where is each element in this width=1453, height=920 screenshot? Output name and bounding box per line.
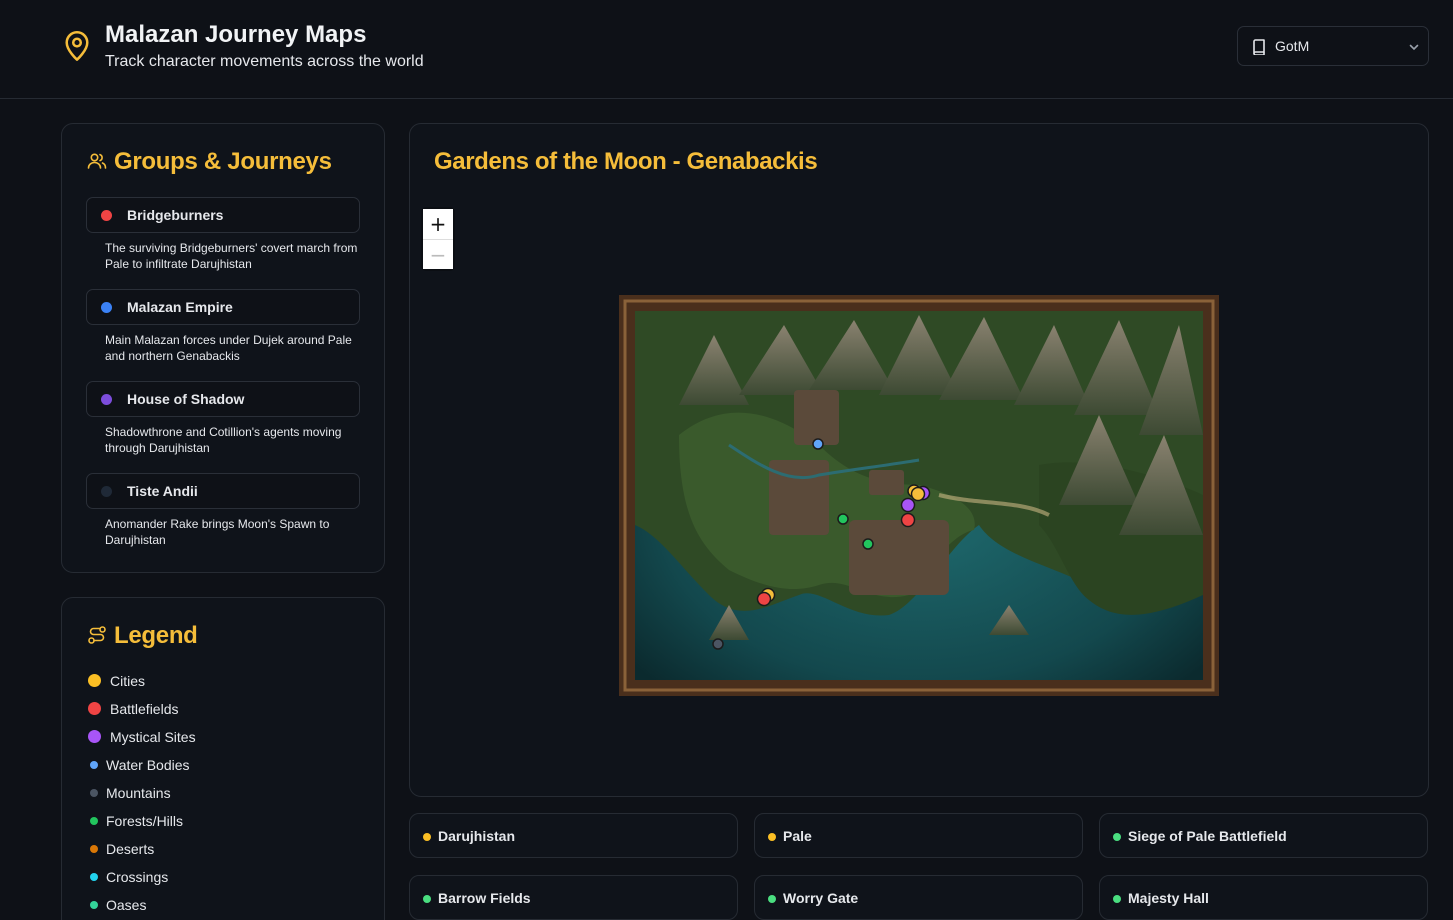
legend-label: Battlefields [110,701,179,717]
map-marker[interactable] [910,486,926,502]
legend-dot [90,761,98,769]
legend-dot [88,674,101,687]
route-icon [88,626,106,644]
legend-label: Mountains [106,785,171,801]
zoom-out-button[interactable]: − [423,239,453,269]
location-name: Majesty Hall [1128,890,1209,906]
legend-dot [90,817,98,825]
legend-label: Crossings [106,869,169,885]
group-house-of-shadow[interactable]: House of Shadow [86,381,360,417]
group-description: The surviving Bridgeburners' covert marc… [105,241,358,271]
map-pin-icon [65,31,89,61]
group-name: House of Shadow [127,391,245,407]
legend-title: Legend [114,622,198,649]
map-marker[interactable] [900,512,916,528]
legend-dot [90,789,98,797]
groups-panel: Groups & Journeys Bridgeburners The surv… [61,123,385,573]
group-name: Tiste Andii [127,483,198,499]
location-chip-worry-gate[interactable]: Worry Gate [754,875,1083,920]
legend-dot [90,901,98,909]
legend-dot [88,702,101,715]
location-chip-barrow-fields[interactable]: Barrow Fields [409,875,738,920]
location-chip-darujhistan[interactable]: Darujhistan [409,813,738,858]
legend-label: Forests/Hills [106,813,184,829]
group-color-dot [101,394,112,405]
group-malazan-empire[interactable]: Malazan Empire [86,289,360,325]
legend-label: Deserts [106,841,155,857]
group-bridgeburners[interactable]: Bridgeburners [86,197,360,233]
map-marker[interactable] [812,438,824,450]
book-icon [1253,39,1265,55]
map-marker[interactable] [756,591,772,607]
zoom-control: + − [423,209,453,269]
group-color-dot [101,210,112,221]
app-title: Malazan Journey Maps [105,21,367,48]
legend-dot [90,873,98,881]
location-chip-majesty-hall[interactable]: Majesty Hall [1099,875,1428,920]
legend-dot [90,845,98,853]
location-name: Barrow Fields [438,890,531,906]
world-map[interactable] [619,295,1219,696]
map-marker[interactable] [862,538,874,550]
location-dot [1113,895,1121,903]
map-title: Gardens of the Moon - Genabackis [434,148,818,175]
map-marker[interactable] [712,638,724,650]
location-name: Darujhistan [438,828,516,844]
location-chip-pale[interactable]: Pale [754,813,1083,858]
location-name: Worry Gate [783,890,859,906]
legend-label: Water Bodies [106,757,190,773]
book-select-value: GotM [1275,38,1310,54]
group-color-dot [101,486,112,497]
legend-label: Oases [106,897,147,913]
location-name: Pale [783,828,812,844]
users-icon [87,153,107,169]
legend-dot [88,730,101,743]
group-description: Main Malazan forces under Dujek around P… [105,333,352,363]
group-description: Anomander Rake brings Moon's Spawn to Da… [105,517,330,547]
legend-panel: Legend Cities Battlefields Mystical Site… [61,597,385,920]
app-header: Malazan Journey Maps Track character mov… [0,0,1453,99]
group-description: Shadowthrone and Cotillion's agents movi… [105,425,342,455]
location-name: Siege of Pale Battlefield [1128,828,1287,844]
map-panel: Gardens of the Moon - Genabackis + − [409,123,1429,797]
location-dot [1113,833,1121,841]
legend-label: Mystical Sites [110,729,196,745]
group-color-dot [101,302,112,313]
map-marker[interactable] [900,497,916,513]
location-dot [423,833,431,841]
location-chip-siege-of-pale[interactable]: Siege of Pale Battlefield [1099,813,1428,858]
group-name: Bridgeburners [127,207,224,223]
location-dot [768,833,776,841]
chevron-down-icon [1409,44,1419,51]
legend-label: Cities [110,673,146,689]
app-subtitle: Track character movements across the wor… [105,53,424,70]
groups-title: Groups & Journeys [114,148,332,175]
book-select[interactable]: GotM [1237,26,1429,66]
zoom-in-button[interactable]: + [423,209,453,239]
map-marker[interactable] [837,513,849,525]
location-dot [768,895,776,903]
location-dot [423,895,431,903]
group-name: Malazan Empire [127,299,233,315]
group-tiste-andii[interactable]: Tiste Andii [86,473,360,509]
